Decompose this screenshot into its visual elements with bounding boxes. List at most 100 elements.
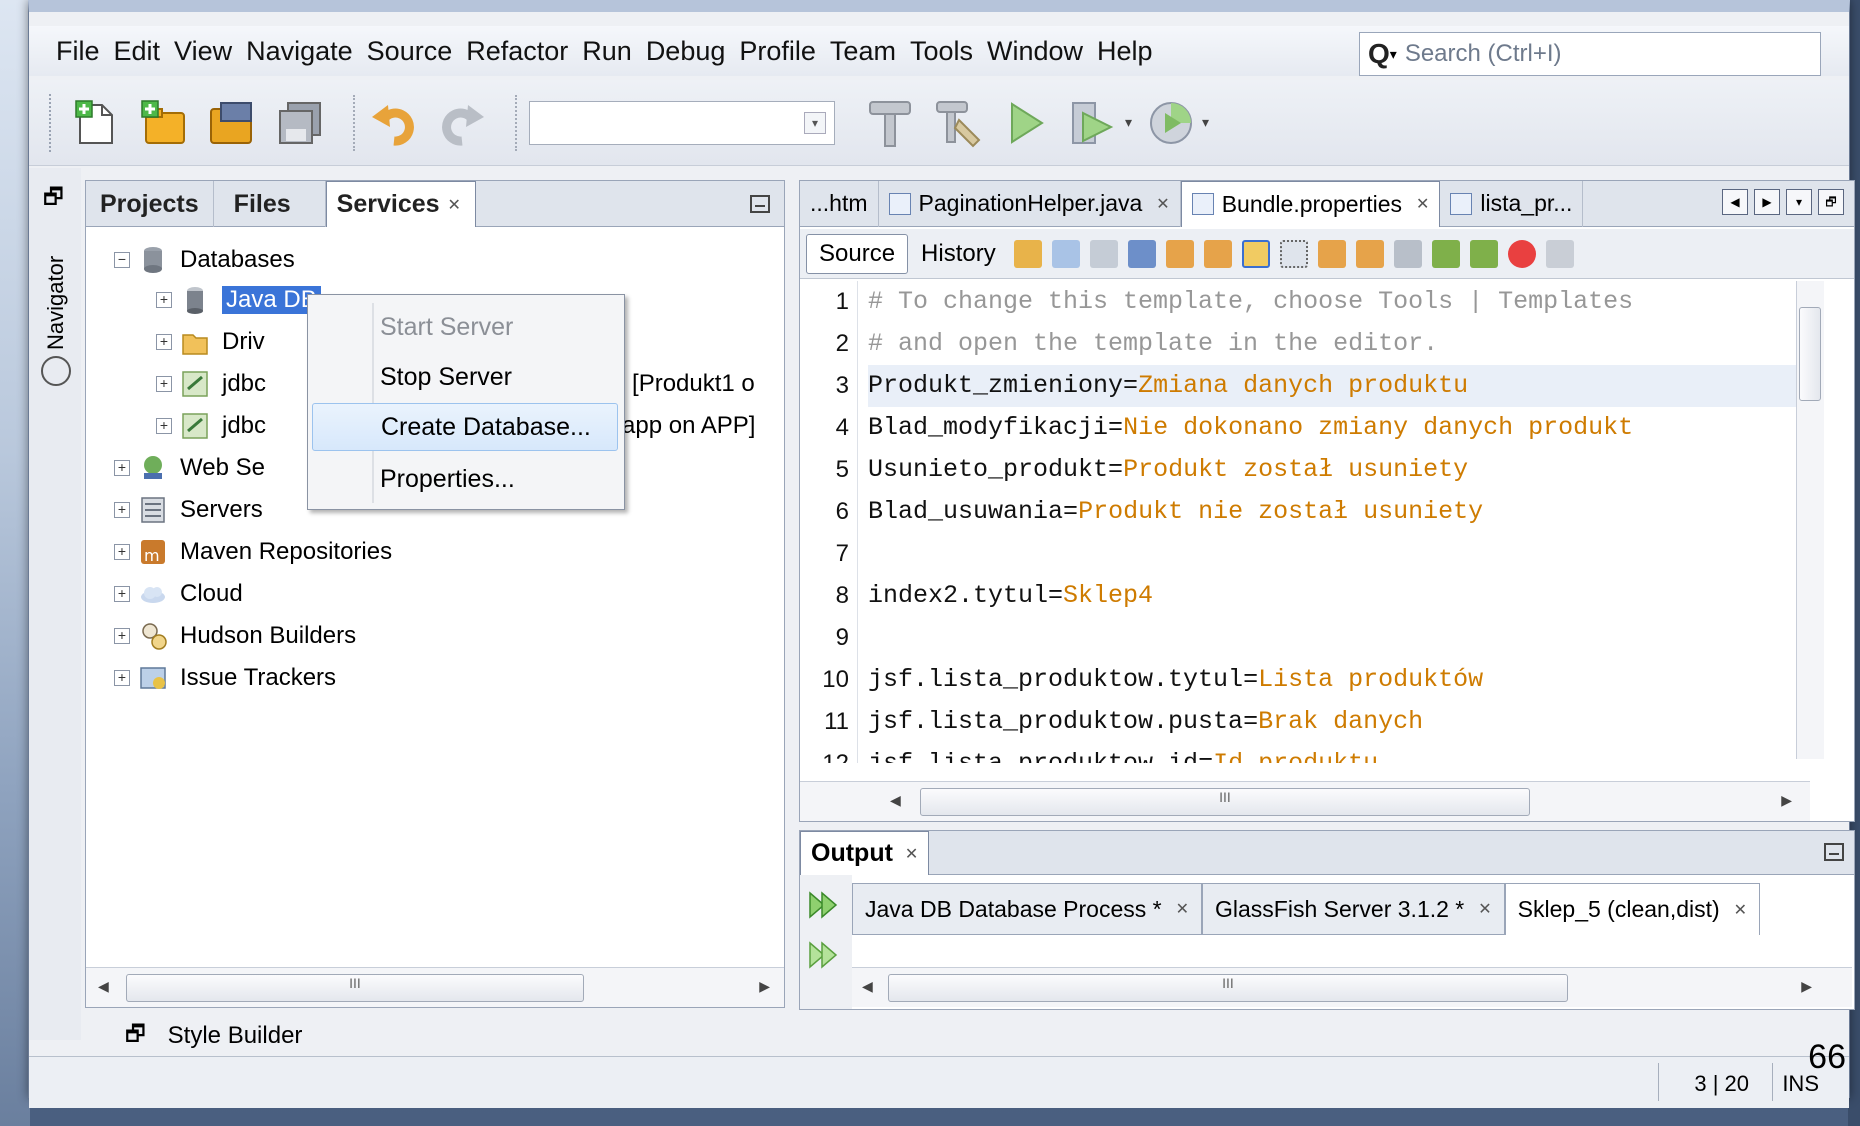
editor-tab-bundle-properties[interactable]: Bundle.properties ✕	[1180, 180, 1441, 227]
source-view-button[interactable]: Source	[806, 233, 909, 274]
clean-build-icon[interactable]	[931, 96, 985, 150]
tab-services[interactable]: Services ✕	[325, 181, 476, 227]
code-line[interactable]: Blad_modyfikacji=Nie dokonano zmiany dan…	[868, 407, 1808, 449]
stop-macro-icon[interactable]	[1545, 239, 1574, 268]
close-icon[interactable]: ✕	[1176, 899, 1189, 919]
restore-window-icon[interactable]: 🗗	[1818, 189, 1844, 215]
code-line[interactable]: jsf.lista_produktow.pusta=Brak danych	[868, 701, 1808, 743]
menu-edit[interactable]: Edit	[107, 36, 168, 67]
menu-source[interactable]: Source	[360, 36, 460, 67]
collapse-icon[interactable]: −	[114, 252, 130, 268]
menu-file[interactable]: File	[49, 36, 107, 67]
redo-icon[interactable]	[435, 96, 489, 150]
tree-node-jdbc-connection-1[interactable]: + jdbc ukt1 [Produkt1 o	[156, 367, 755, 401]
show-opened-documents-icon[interactable]: ▾	[1786, 189, 1812, 215]
tree-node-hudson-builders[interactable]: + Hudson Builders	[114, 619, 356, 653]
toggle-highlight-icon[interactable]	[1241, 239, 1270, 268]
restore-window-icon[interactable]: 🗗	[43, 180, 64, 218]
tree-node-issue-trackers[interactable]: + Issue Trackers	[114, 661, 336, 695]
toolbar-grip[interactable]	[49, 93, 55, 152]
properties-menu-item[interactable]: Properties...	[312, 455, 618, 503]
profile-dropdown-icon[interactable]: ▾	[1202, 114, 1209, 131]
tree-node-databases[interactable]: − Databases	[114, 243, 295, 277]
close-icon[interactable]: ✕	[1734, 900, 1747, 920]
expand-icon[interactable]: +	[114, 586, 130, 602]
code-line[interactable]: Blad_usuwania=Produkt nie został usuniet…	[868, 491, 1808, 533]
menu-profile[interactable]: Profile	[732, 36, 823, 67]
expand-icon[interactable]: +	[114, 502, 130, 518]
menu-help[interactable]: Help	[1090, 36, 1160, 67]
open-project-icon[interactable]	[205, 96, 259, 150]
close-icon[interactable]: ✕	[1478, 899, 1491, 919]
tree-node-cloud[interactable]: + Cloud	[114, 577, 243, 611]
horizontal-scrollbar[interactable]: ◀ III ▶	[800, 781, 1810, 821]
previous-bookmark-icon[interactable]	[1317, 239, 1346, 268]
editor-tab-paginationhelper[interactable]: PaginationHelper.java ✕	[879, 180, 1181, 227]
style-builder-tab[interactable]: 🗗 Style Builder	[85, 1016, 785, 1056]
scrollbar-thumb[interactable]: III	[920, 788, 1530, 816]
editor-tab-lista[interactable]: lista_pr...	[1440, 180, 1584, 227]
chevron-down-icon[interactable]: ▾	[804, 111, 826, 134]
scroll-left-icon[interactable]: ◀	[862, 978, 873, 995]
tree-node-drivers[interactable]: + Driv	[156, 325, 265, 359]
scrollbar-thumb[interactable]: III	[888, 974, 1568, 1002]
expand-icon[interactable]: +	[156, 376, 172, 392]
scrollbar-thumb[interactable]	[1799, 307, 1821, 401]
menu-tools[interactable]: Tools	[903, 36, 980, 67]
expand-icon[interactable]: +	[156, 292, 172, 308]
rerun-with-args-icon[interactable]	[808, 939, 840, 971]
expand-icon[interactable]: +	[156, 418, 172, 434]
next-bookmark-icon[interactable]	[1355, 239, 1384, 268]
back-icon[interactable]	[1051, 239, 1080, 268]
debug-dropdown-icon[interactable]: ▾	[1125, 114, 1132, 131]
restore-window-icon[interactable]: 🗗	[125, 1017, 146, 1055]
menu-view[interactable]: View	[167, 36, 239, 67]
stop-server-menu-item[interactable]: Stop Server	[312, 353, 618, 401]
shift-left-icon[interactable]	[1431, 239, 1460, 268]
tree-node-java-db[interactable]: + Java DB	[156, 283, 321, 317]
tree-node-maven-repositories[interactable]: + m Maven Repositories	[114, 535, 392, 569]
close-icon[interactable]: ✕	[448, 195, 461, 215]
tab-projects[interactable]: Projects	[86, 181, 214, 227]
new-project-icon[interactable]	[137, 96, 191, 150]
run-icon[interactable]	[999, 96, 1053, 150]
menu-team[interactable]: Team	[823, 36, 903, 67]
expand-icon[interactable]: +	[114, 544, 130, 560]
expand-icon[interactable]: +	[114, 460, 130, 476]
close-icon[interactable]: ✕	[905, 844, 918, 864]
find-icon[interactable]	[1127, 239, 1156, 268]
output-tab-glassfish[interactable]: GlassFish Server 3.1.2 * ✕	[1202, 883, 1505, 935]
close-icon[interactable]: ✕	[1416, 194, 1429, 214]
configuration-combobox[interactable]: ▾	[529, 100, 835, 145]
search-input[interactable]	[1404, 40, 1785, 68]
output-tab-java-db[interactable]: Java DB Database Process * ✕	[852, 883, 1202, 935]
create-database-menu-item[interactable]: Create Database...	[312, 403, 618, 451]
scroll-left-icon[interactable]: ◀	[98, 978, 109, 995]
menu-refactor[interactable]: Refactor	[459, 36, 575, 67]
close-icon[interactable]: ✕	[1156, 194, 1169, 214]
find-previous-icon[interactable]	[1165, 239, 1194, 268]
code-line[interactable]	[868, 617, 1808, 659]
code-line[interactable]: # To change this template, choose Tools …	[868, 281, 1808, 323]
code-line[interactable]: jsf.lista_produktow.id=Id produktu	[868, 743, 1808, 763]
code-line[interactable]: Produkt_zmieniony=Zmiana danych produktu	[868, 365, 1808, 407]
scroll-right-icon[interactable]: ▶	[1781, 792, 1792, 809]
shift-right-icon[interactable]	[1469, 239, 1498, 268]
output-tab[interactable]: Output ✕	[800, 831, 930, 875]
scroll-tabs-left-icon[interactable]: ◀	[1722, 189, 1748, 215]
last-edit-icon[interactable]	[1013, 239, 1042, 268]
menu-navigate[interactable]: Navigate	[239, 36, 360, 67]
find-next-icon[interactable]	[1203, 239, 1232, 268]
expand-icon[interactable]: +	[156, 334, 172, 350]
editor-tab-htm[interactable]: ...htm	[800, 180, 879, 227]
scroll-right-icon[interactable]: ▶	[1801, 978, 1812, 995]
forward-icon[interactable]	[1089, 239, 1118, 268]
scroll-right-icon[interactable]: ▶	[759, 978, 770, 995]
compass-icon[interactable]	[41, 356, 71, 386]
code-line[interactable]	[868, 533, 1808, 575]
code-line[interactable]: index2.tytul=Sklep4	[868, 575, 1808, 617]
record-macro-icon[interactable]	[1507, 239, 1536, 268]
vertical-scrollbar[interactable]	[1796, 281, 1824, 759]
build-icon[interactable]	[863, 96, 917, 150]
minimize-icon[interactable]	[750, 195, 770, 213]
